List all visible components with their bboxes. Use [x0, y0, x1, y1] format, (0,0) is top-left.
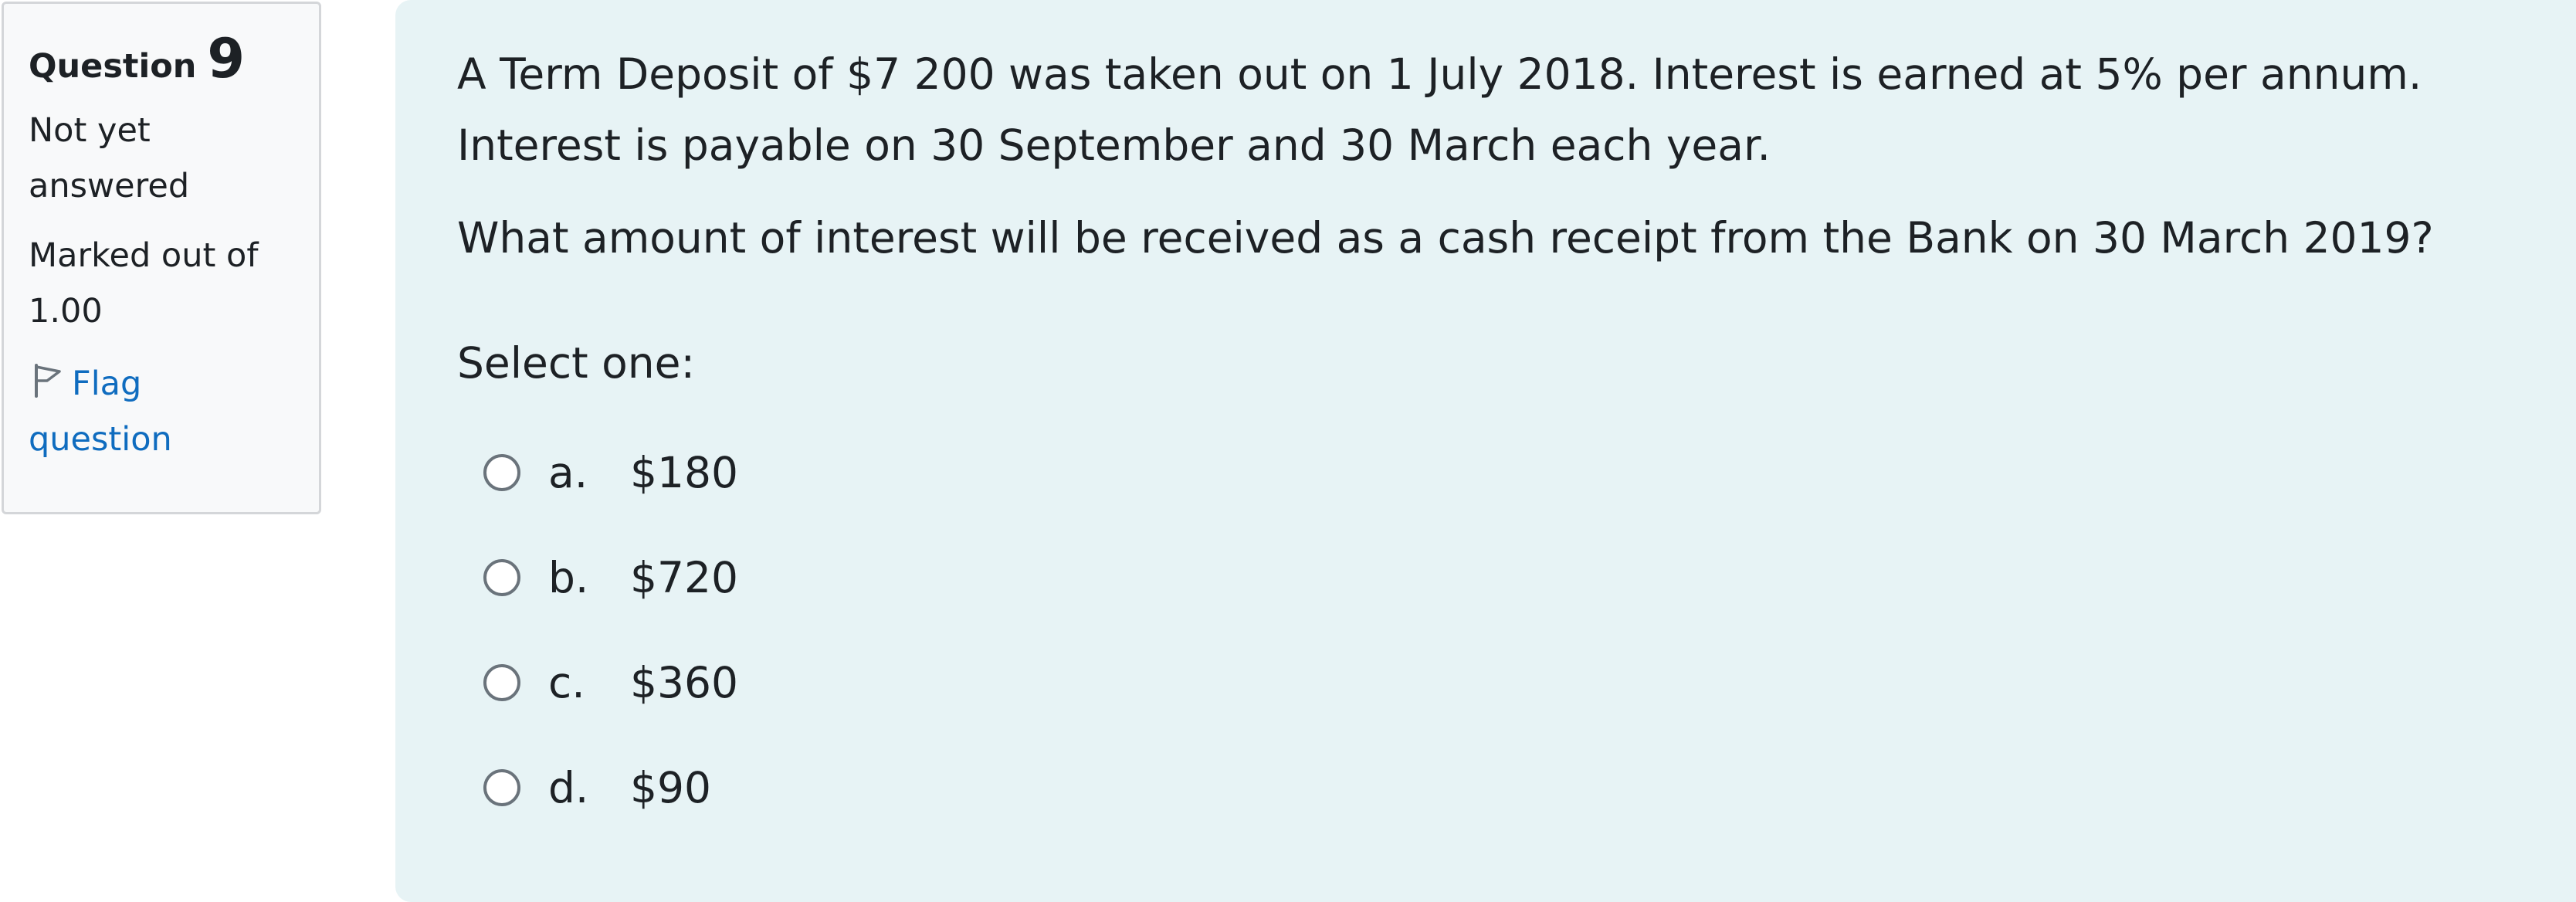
radio-button-c[interactable]	[483, 664, 520, 701]
question-state: Not yet answered	[29, 111, 190, 205]
question-paragraph: A Term Deposit of $7 200 was taken out o…	[457, 49, 2422, 99]
answer-letter: b.	[548, 553, 589, 602]
question-label: Question	[29, 47, 197, 86]
answer-letter: a.	[548, 448, 588, 497]
question-grade: Marked out of 1.00	[29, 236, 259, 331]
question-paragraph: What amount of interest will be received…	[457, 213, 2434, 263]
flag-outline-icon[interactable]	[29, 361, 67, 399]
answer-letter: c.	[548, 658, 585, 707]
question-text: A Term Deposit of $7 200 was taken out o…	[457, 39, 2514, 273]
question-info-panel: Question 9 Not yet answered Marked out o…	[2, 2, 321, 514]
answer-text[interactable]: $90	[630, 763, 711, 812]
answer-text[interactable]: $180	[630, 448, 738, 497]
answer-option-d[interactable]: d. $90	[457, 735, 2514, 840]
answer-text[interactable]: $720	[630, 553, 738, 602]
select-one-prompt: Select one:	[457, 338, 696, 388]
answer-options: a. $180 b. $720 c. $360 d. $90	[457, 420, 2514, 840]
radio-button-b[interactable]	[483, 559, 520, 596]
radio-button-a[interactable]	[483, 454, 520, 491]
radio-button-d[interactable]	[483, 769, 520, 806]
answer-letter: d.	[548, 763, 589, 812]
quiz-page: Question 9 Not yet answered Marked out o…	[0, 0, 2576, 902]
answer-option-a[interactable]: a. $180	[457, 420, 2514, 525]
answer-option-c[interactable]: c. $360	[457, 630, 2514, 735]
answer-text[interactable]: $360	[630, 658, 738, 707]
question-number: 9	[207, 27, 246, 90]
question-number-heading: Question 9	[29, 27, 294, 90]
answer-option-b[interactable]: b. $720	[457, 525, 2514, 630]
flag-question-link[interactable]: Flag question	[29, 356, 294, 467]
question-content-panel: A Term Deposit of $7 200 was taken out o…	[395, 0, 2576, 902]
question-paragraph: Interest is payable on 30 September and …	[457, 120, 1771, 170]
